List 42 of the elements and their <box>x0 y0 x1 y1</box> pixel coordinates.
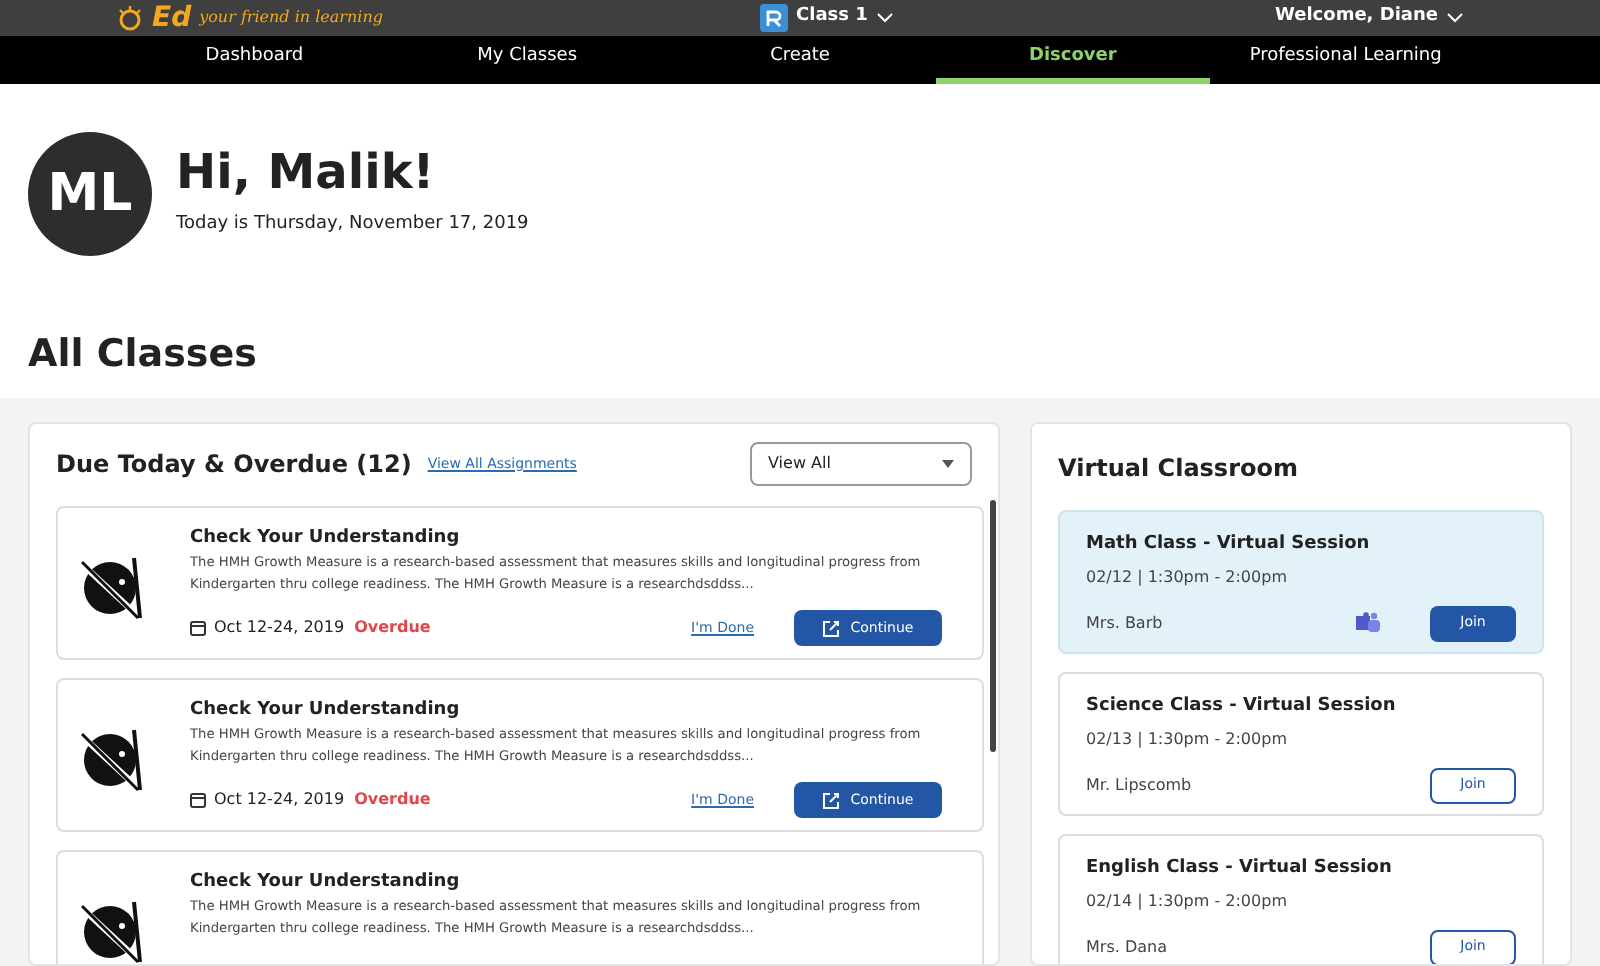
nav-tab[interactable]: Dashboard <box>118 36 391 84</box>
caret-icon <box>942 460 954 468</box>
teacher-name: Mrs. Barb <box>1086 611 1163 635</box>
nav-tab[interactable]: Create <box>663 36 937 84</box>
greeting: Hi, Malik! <box>176 148 437 197</box>
logo-text[interactable]: Ed <box>152 4 192 32</box>
logo-tagline: your friend in learning <box>199 6 383 30</box>
teacher-name: Mrs. Dana <box>1086 935 1167 959</box>
session-time: 02/13 | 1:30pm - 2:00pm <box>1086 727 1289 751</box>
edit-icon <box>822 619 841 637</box>
edit-icon <box>822 791 841 809</box>
assignment-dates: Oct 12-24, 2019 <box>214 616 345 640</box>
calendar-icon <box>190 620 206 636</box>
assignment-title: Check Your Understanding <box>190 870 462 894</box>
chevron-down-icon <box>875 12 894 24</box>
avatar: ML <box>28 132 152 256</box>
session-title: English Class - Virtual Session <box>1086 856 1394 882</box>
class-icon <box>760 4 788 32</box>
panel-title: Due Today & Overdue (12) <box>56 448 412 482</box>
teams-icon <box>1356 612 1380 634</box>
assignment-dates: Oct 12-24, 2019 <box>214 788 345 812</box>
date-text: Today is Thursday, November 17, 2019 <box>176 212 529 239</box>
nav-tab[interactable]: My Classes <box>390 36 664 84</box>
class-selector[interactable]: Class 1 <box>796 4 894 32</box>
chevron-down-icon <box>1446 12 1464 24</box>
nav-tab[interactable]: Discover <box>936 36 1210 84</box>
calendar-icon <box>190 792 206 808</box>
status-label: Overdue <box>354 616 431 640</box>
welcome-menu[interactable]: Welcome, Diane <box>1275 4 1464 32</box>
teacher-name: Mr. Lipscomb <box>1086 773 1192 797</box>
status-label: Overdue <box>354 788 431 812</box>
session-time: 02/12 | 1:30pm - 2:00pm <box>1086 565 1289 589</box>
session-time: 02/14 | 1:30pm - 2:00pm <box>1086 889 1289 913</box>
assignment-title: Check Your Understanding <box>190 698 462 722</box>
filter-dropdown[interactable]: View All <box>750 442 972 486</box>
session-title: Science Class - Virtual Session <box>1086 694 1398 720</box>
nav-tab[interactable]: Professional Learning <box>1209 36 1483 84</box>
assignment-title: Check Your Understanding <box>190 526 462 550</box>
session-title: Math Class - Virtual Session <box>1086 532 1372 558</box>
section-title: All Classes <box>26 330 259 380</box>
sun-logo-icon <box>116 4 144 32</box>
panel-title: Virtual Classroom <box>1058 452 1300 486</box>
